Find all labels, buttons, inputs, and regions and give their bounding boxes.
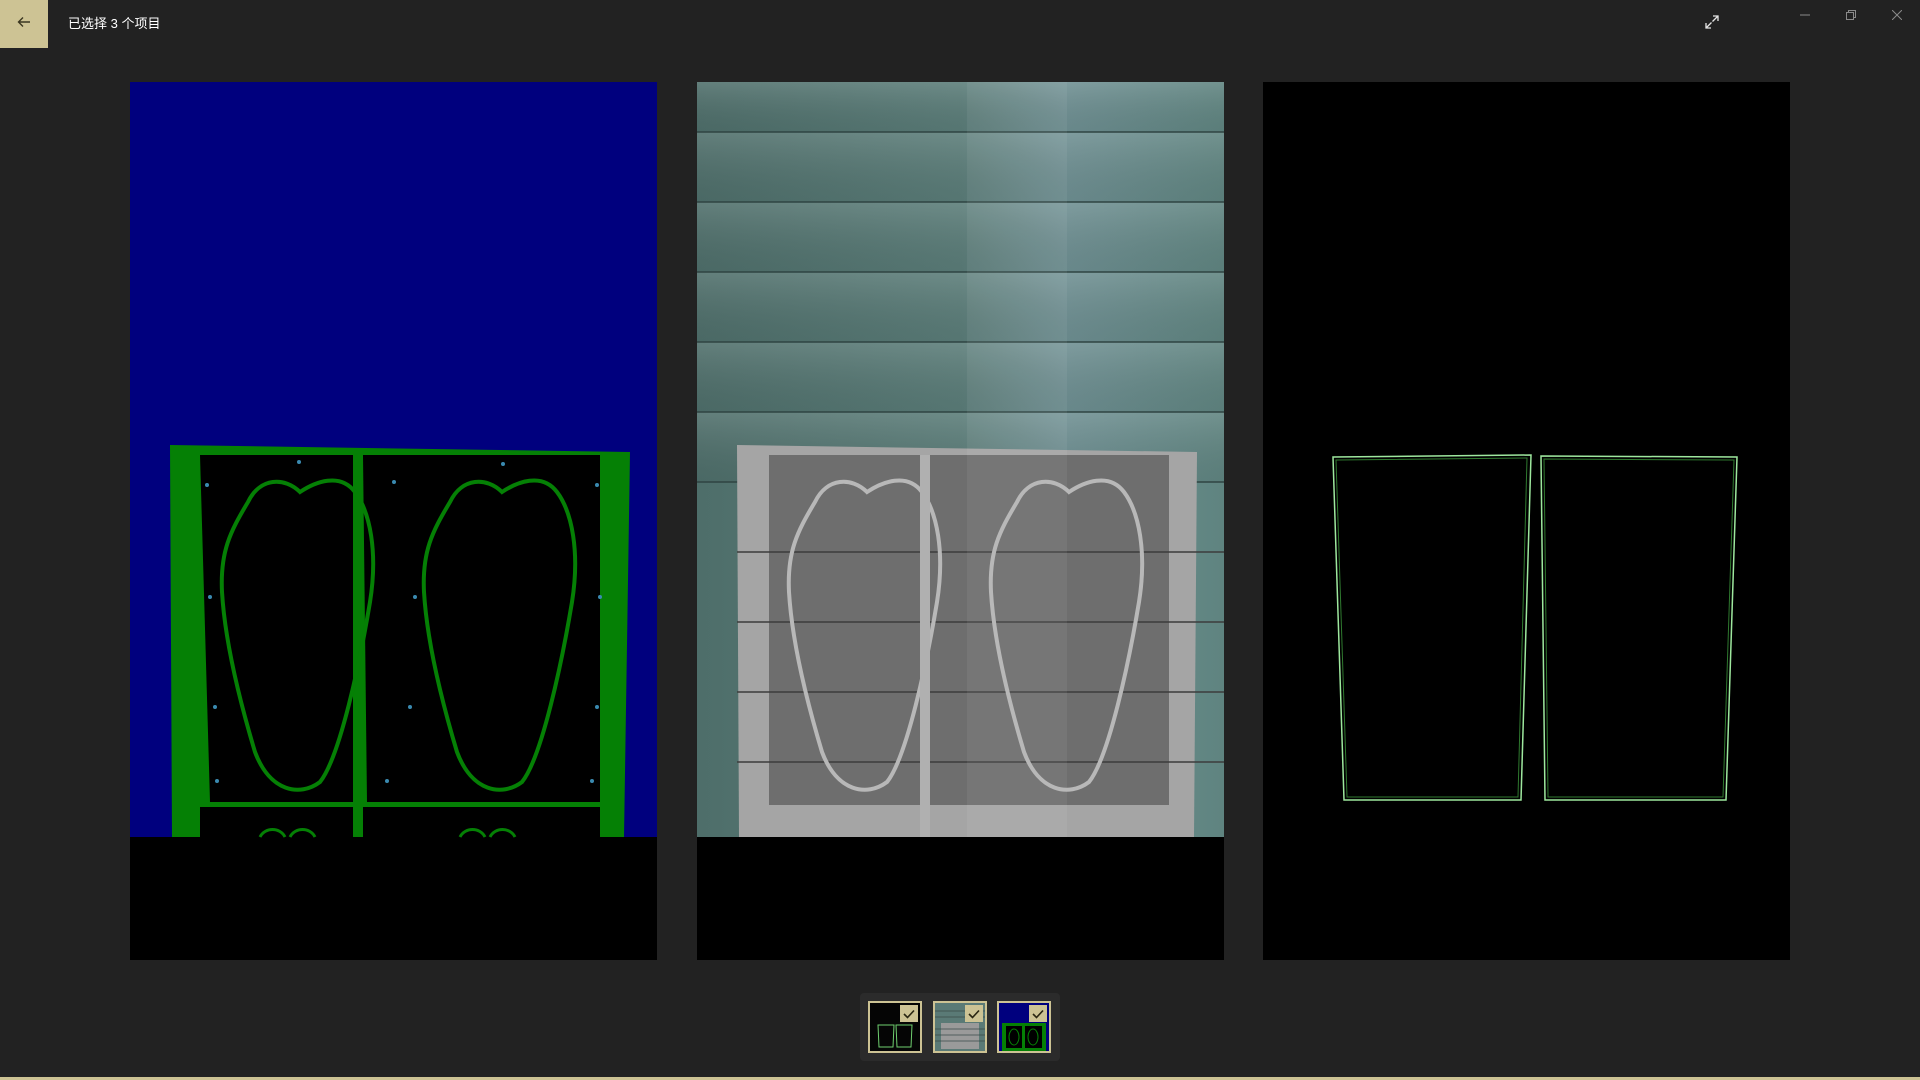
close-button[interactable] <box>1874 0 1920 32</box>
outline-image[interactable] <box>1263 82 1790 960</box>
thumbnail-strip <box>860 993 1060 1061</box>
checkmark-icon <box>968 1009 980 1019</box>
expand-icon <box>1704 14 1720 35</box>
fullscreen-button[interactable] <box>1697 10 1727 38</box>
checkmark-icon <box>1032 1009 1044 1019</box>
thumbnail-mask-image[interactable] <box>997 1001 1051 1053</box>
close-icon <box>1891 7 1903 25</box>
checkmark-icon <box>903 1009 915 1019</box>
thumbnail-scan-image[interactable] <box>933 1001 987 1053</box>
window-title: 已选择 3 个项目 <box>68 16 161 31</box>
scan-image[interactable] <box>697 82 1224 960</box>
back-button[interactable] <box>0 0 48 48</box>
thumbnail-outline-image[interactable] <box>868 1001 922 1053</box>
title-bar: 已选择 3 个项目 <box>0 0 1920 48</box>
selected-check[interactable] <box>1029 1005 1047 1022</box>
restore-icon <box>1846 7 1856 25</box>
restore-button[interactable] <box>1828 0 1874 32</box>
back-arrow-icon <box>16 14 32 35</box>
mask-image[interactable] <box>130 82 657 960</box>
selected-check[interactable] <box>965 1005 983 1022</box>
minimize-button[interactable] <box>1782 0 1828 32</box>
selected-check[interactable] <box>900 1005 918 1022</box>
minimize-icon <box>1800 7 1810 25</box>
